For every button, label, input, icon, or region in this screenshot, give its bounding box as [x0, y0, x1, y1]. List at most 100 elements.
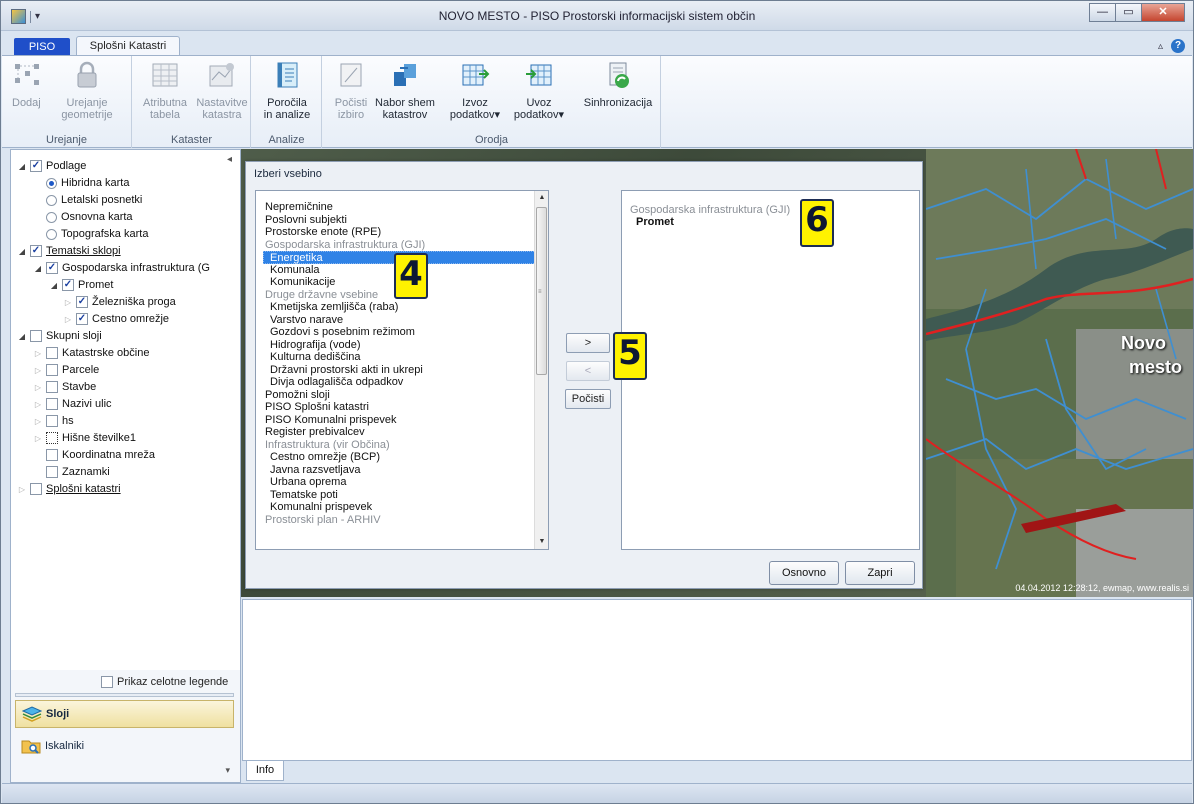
tree-node[interactable]: ▷ Hišne številke1 [33, 430, 136, 446]
tree-checkbox[interactable] [46, 398, 58, 410]
tree-checkbox[interactable] [46, 415, 58, 427]
nastavitve-katastra-button[interactable]: Nastavitve katastra [195, 60, 249, 121]
collapsed-arrow-icon[interactable]: ▷ [33, 434, 43, 443]
expanded-arrow-icon[interactable]: ◢ [17, 332, 27, 341]
help-icon[interactable]: ? [1171, 39, 1185, 53]
tree-checkbox[interactable] [46, 466, 58, 478]
content-list-item[interactable]: Prostorski plan - ARHIV [256, 514, 538, 527]
tree-node[interactable]: Osnovna karta [33, 209, 133, 225]
tree-node[interactable]: ◢ ✓ Podlage [17, 158, 86, 174]
urejanje-geometrije-button[interactable]: Urejanje geometrije [56, 60, 118, 121]
expanded-arrow-icon[interactable]: ◢ [17, 162, 27, 171]
legend-checkbox[interactable] [101, 676, 113, 688]
nabor-shem-button[interactable]: Nabor shem katastrov [373, 60, 437, 121]
tree-checkbox[interactable] [46, 432, 58, 444]
available-content-list[interactable]: Nepremičnine Poslovni subjekti Prostorske … [255, 190, 549, 550]
selected-content-list[interactable]: Gospodarska infrastruktura (GJI) Promet [621, 190, 920, 550]
tree-checkbox[interactable] [46, 449, 58, 461]
tree-node[interactable]: ◢ Skupni sloji [17, 328, 102, 344]
add-selection-button[interactable]: > [566, 333, 610, 353]
collapsed-arrow-icon[interactable]: ▷ [63, 298, 73, 307]
content-list-item[interactable]: Varstvo narave [256, 314, 538, 327]
maximize-button[interactable]: ▭ [1115, 3, 1142, 22]
content-list-item[interactable]: Hidrografija (vode) [256, 339, 538, 352]
content-list-item[interactable]: PISO Splošni katastri [256, 401, 538, 414]
content-list-item[interactable]: Divja odlagališča odpadkov [256, 376, 538, 389]
tree-node[interactable]: Zaznamki [33, 464, 110, 480]
tree-node[interactable]: ▷ Parcele [33, 362, 99, 378]
tree-checkbox[interactable]: ✓ [76, 313, 88, 325]
content-list-item[interactable]: Poslovni subjekti [256, 214, 538, 227]
collapsed-arrow-icon[interactable]: ▷ [63, 315, 73, 324]
content-list-item[interactable]: Tematske poti [256, 489, 538, 502]
content-list-item[interactable]: Urbana oprema [256, 476, 538, 489]
tree-checkbox[interactable] [46, 381, 58, 393]
atributna-tabela-button[interactable]: Atributna tabela [139, 60, 191, 121]
expanded-arrow-icon[interactable]: ◢ [49, 281, 59, 290]
tree-checkbox[interactable]: ✓ [30, 160, 42, 172]
tree-node[interactable]: ▷ hs [33, 413, 74, 429]
list-scrollbar[interactable]: ▲ ≡ ▼ [534, 191, 548, 549]
content-list-item[interactable]: Kulturna dediščina [256, 351, 538, 364]
pocisti-izbiro-button[interactable]: Počisti izbiro [331, 60, 371, 121]
content-list-item[interactable]: Komunalni prispevek [256, 501, 538, 514]
content-list-item[interactable]: Register prebivalcev [256, 426, 538, 439]
panel-collapse-icon[interactable]: ◂ [227, 154, 232, 165]
tree-checkbox[interactable]: ✓ [46, 262, 58, 274]
tab-splosni-katastri[interactable]: Splošni Katastri [76, 36, 180, 56]
tree-node[interactable]: Koordinatna mreža [33, 447, 155, 463]
sinhronizacija-button[interactable]: Sinhronizacija [579, 60, 657, 109]
tree-checkbox[interactable]: ✓ [62, 279, 74, 291]
collapsed-arrow-icon[interactable]: ▷ [33, 349, 43, 358]
collapsed-arrow-icon[interactable]: ▷ [17, 485, 27, 494]
expanded-arrow-icon[interactable]: ◢ [33, 264, 43, 273]
tree-node[interactable]: Hibridna karta [33, 175, 129, 191]
tree-radio[interactable] [46, 177, 57, 189]
basic-button[interactable]: Osnovno [769, 561, 839, 585]
scroll-down-icon[interactable]: ▼ [535, 535, 548, 549]
expanded-arrow-icon[interactable]: ◢ [17, 247, 27, 256]
collapsed-arrow-icon[interactable]: ▷ [33, 400, 43, 409]
tree-node[interactable]: ▷ Stavbe [33, 379, 96, 395]
collapsed-arrow-icon[interactable]: ▷ [33, 383, 43, 392]
tree-checkbox[interactable]: ✓ [30, 245, 42, 257]
tree-node[interactable]: ◢ ✓ Gospodarska infrastruktura (G [33, 260, 210, 276]
tab-piso[interactable]: PISO [14, 38, 70, 56]
scroll-up-icon[interactable]: ▲ [535, 191, 548, 205]
content-list-item[interactable]: Cestno omrežje (BCP) [256, 451, 538, 464]
collapsed-arrow-icon[interactable]: ▷ [33, 366, 43, 375]
legend-toggle[interactable]: Prikaz celotne legende [101, 676, 228, 688]
minimize-button[interactable]: — [1089, 3, 1116, 22]
tree-radio[interactable] [46, 211, 57, 223]
clear-selection-button[interactable]: Počisti [565, 389, 611, 409]
tree-checkbox[interactable] [46, 347, 58, 359]
nav-iskalniki-button[interactable]: Iskalniki [15, 732, 234, 760]
tree-node[interactable]: ▷ Splošni katastri [17, 481, 121, 497]
content-list-item[interactable]: Pomožni sloji [256, 389, 538, 402]
content-list-item[interactable]: Gozdovi s posebnim režimom [256, 326, 538, 339]
tree-checkbox[interactable]: ✓ [76, 296, 88, 308]
nav-more-icon[interactable]: ▾ [225, 765, 230, 776]
tree-node[interactable]: ▷ ✓ Cestno omrežje [63, 311, 169, 327]
ribbon-collapse-icon[interactable]: ▵ [1158, 41, 1163, 52]
uvoz-podatkov-button[interactable]: Uvoz podatkov▾ [509, 60, 569, 121]
close-dialog-button[interactable]: Zapri [845, 561, 915, 585]
content-list-item[interactable]: Gospodarska infrastruktura (GJI) [256, 239, 538, 252]
tree-node[interactable]: Letalski posnetki [33, 192, 142, 208]
close-button[interactable]: ✕ [1141, 3, 1185, 22]
content-list-item[interactable]: Kmetijska zemljišča (raba) [256, 301, 538, 314]
tree-node[interactable]: ◢ ✓ Tematski sklopi [17, 243, 121, 259]
tree-checkbox[interactable] [30, 483, 42, 495]
panel-splitter[interactable] [15, 693, 234, 697]
nav-sloji-button[interactable]: Sloji [15, 700, 234, 728]
content-list-item[interactable]: Javna razsvetljava [256, 464, 538, 477]
tree-checkbox[interactable] [30, 330, 42, 342]
porocila-button[interactable]: Poročila in analize [256, 60, 318, 121]
content-list-item[interactable]: Infrastruktura (vir Občina) [256, 439, 538, 452]
remove-selection-button[interactable]: < [566, 361, 610, 381]
tree-node[interactable]: Topografska karta [33, 226, 148, 242]
tree-checkbox[interactable] [46, 364, 58, 376]
tab-info[interactable]: Info [246, 761, 284, 781]
dodaj-button[interactable]: Dodaj [12, 60, 41, 109]
tree-node[interactable]: ▷ ✓ Železniška proga [63, 294, 176, 310]
